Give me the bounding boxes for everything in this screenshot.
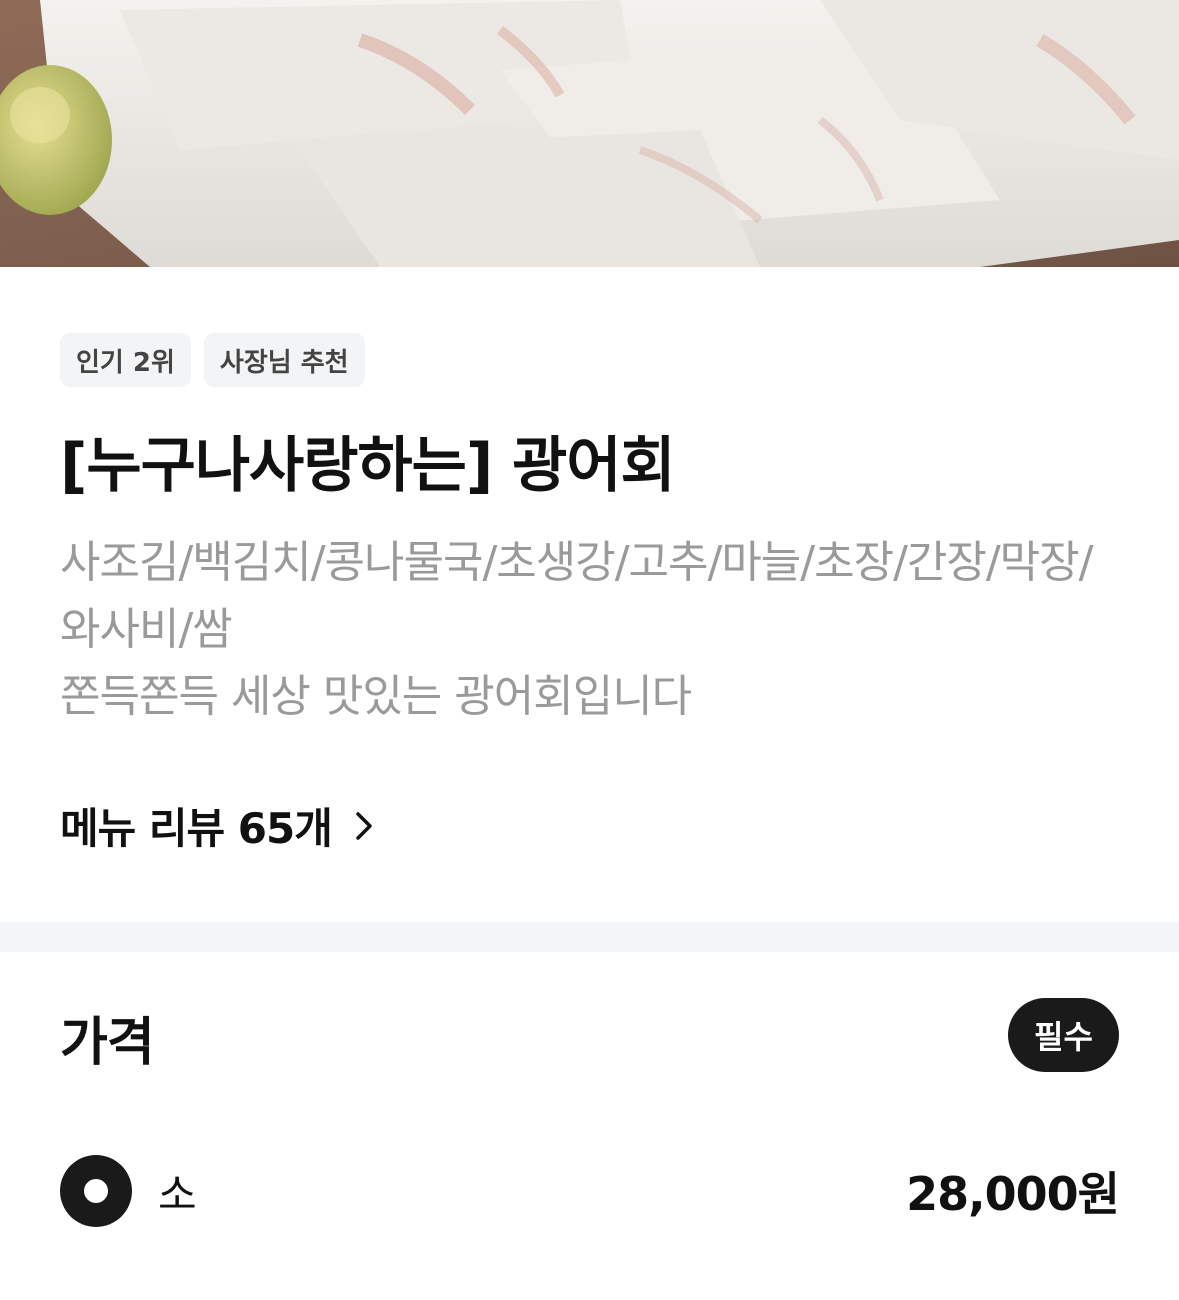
popularity-badge: 인기 2위 — [60, 333, 191, 387]
menu-title: [누구나사랑하는] 광어회 — [60, 431, 676, 501]
price-section-title: 가격 — [60, 1013, 155, 1073]
option-label: 소 — [158, 1169, 197, 1219]
menu-description-line: 사조김/백김치/콩나물국/초생강/고추/마늘/초장/간장/막장/와사비/쌈 — [60, 537, 1093, 655]
menu-description: 사조김/백김치/콩나물국/초생강/고추/마늘/초장/간장/막장/와사비/쌈 쫀득… — [60, 529, 1120, 730]
owner-pick-badge: 사장님 추천 — [203, 333, 365, 387]
menu-review-link[interactable]: 메뉴 리뷰 65개 — [60, 795, 378, 856]
menu-description-line: 쫀득쫀득 세상 맛있는 광어회입니다 — [60, 671, 692, 722]
menu-hero-image — [0, 0, 1179, 267]
menu-info-section: 인기 2위 사장님 추천 [누구나사랑하는] 광어회 사조김/백김치/콩나물국/… — [0, 267, 1179, 922]
menu-review-label: 메뉴 리뷰 65개 — [60, 804, 333, 853]
option-price: 28,000원 — [906, 1167, 1120, 1221]
badge-list: 인기 2위 사장님 추천 — [60, 333, 365, 387]
required-badge: 필수 — [1008, 998, 1119, 1072]
chevron-right-icon — [350, 806, 378, 846]
radio-selected-icon[interactable] — [60, 1155, 132, 1227]
price-option-small[interactable]: 소 28,000원 — [60, 1155, 1120, 1227]
section-divider — [0, 922, 1179, 952]
price-option-section: 가격 필수 소 28,000원 — [0, 952, 1179, 1300]
